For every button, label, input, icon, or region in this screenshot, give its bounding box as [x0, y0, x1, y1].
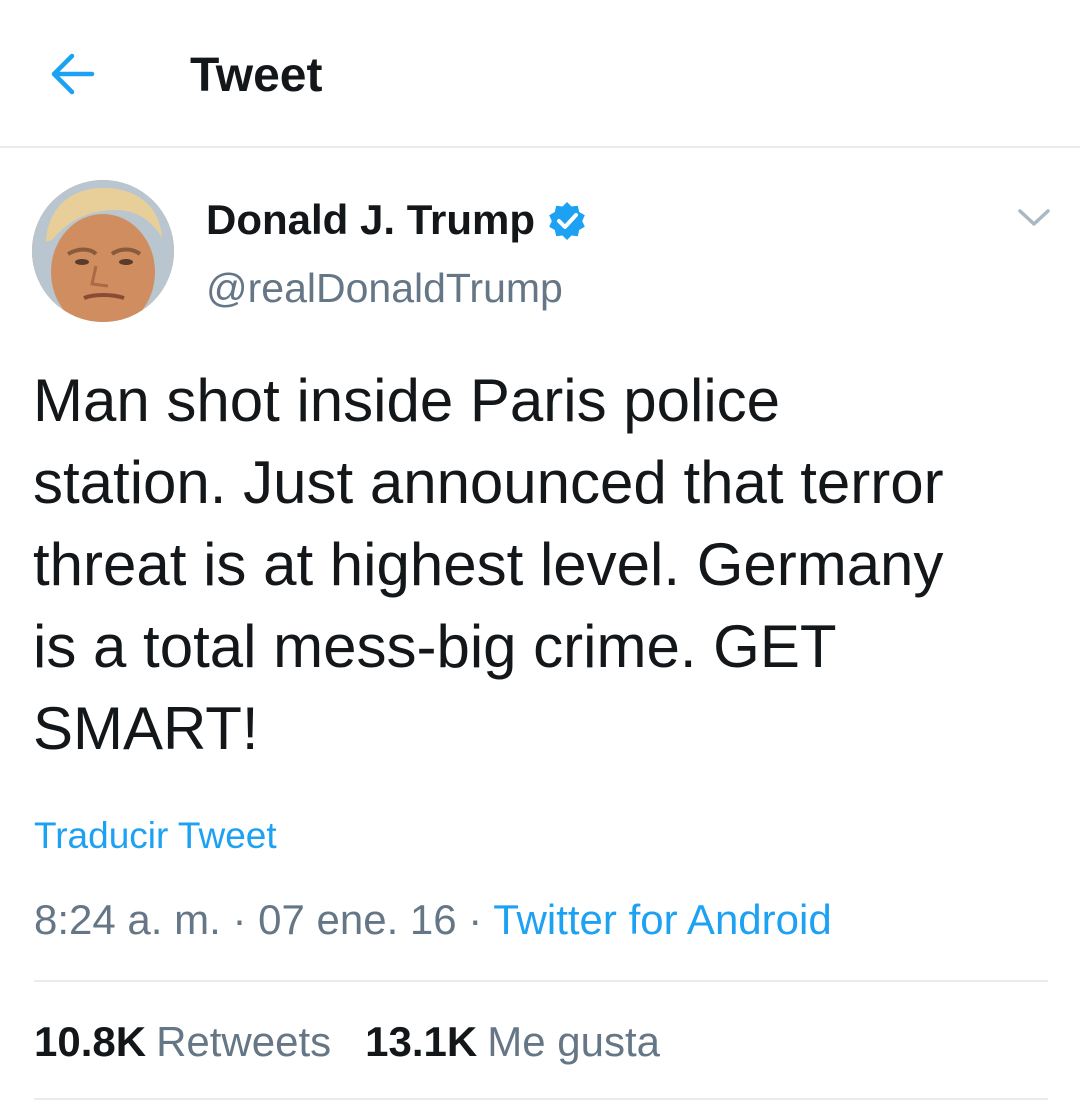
page-title: Tweet — [190, 49, 323, 102]
verified-badge-icon — [547, 200, 587, 240]
tweet-text-line: is a total mess-big crime. GET — [33, 613, 837, 680]
tweet-meta: 8:24 a. m. · 07 ene. 16 · Twitter for An… — [34, 892, 832, 948]
back-button[interactable] — [44, 50, 100, 102]
retweets-label: Retweets — [156, 1018, 332, 1065]
tweet-text-line: threat is at highest level. Germany — [33, 531, 944, 598]
divider — [34, 980, 1048, 982]
tweet-source-link[interactable]: Twitter for Android — [493, 896, 831, 943]
tweet-date: 07 ene. 16 — [258, 896, 457, 943]
tweet-text: Man shot inside Paris police station. Ju… — [33, 360, 1058, 770]
tweet-text-line: Man shot inside Paris police — [33, 367, 781, 434]
meta-separator: · — [232, 896, 247, 943]
likes-label: Me gusta — [487, 1018, 660, 1065]
chevron-down-icon — [1016, 207, 1052, 234]
likes-count: 13.1K — [365, 1018, 478, 1065]
author-name[interactable]: Donald J. Trump — [206, 194, 535, 246]
tweet-time: 8:24 a. m. — [34, 896, 221, 943]
tweet-menu-button[interactable] — [1010, 200, 1058, 240]
tweet-stats: 10.8K Retweets 13.1K Me gusta — [34, 1014, 694, 1070]
divider — [34, 1098, 1048, 1100]
top-app-bar: Tweet — [0, 0, 1080, 148]
arrow-left-icon — [48, 52, 96, 101]
retweets-count: 10.8K — [34, 1018, 147, 1065]
author-handle[interactable]: @realDonaldTrump — [206, 262, 563, 314]
avatar[interactable] — [32, 180, 174, 322]
author-name-row: Donald J. Trump — [206, 194, 587, 246]
retweets-stat[interactable]: 10.8K Retweets — [34, 1014, 331, 1070]
meta-separator: · — [468, 896, 483, 943]
avatar-photo — [32, 180, 174, 322]
tweet-text-line: SMART! — [33, 695, 259, 762]
likes-stat[interactable]: 13.1K Me gusta — [365, 1014, 660, 1070]
translate-tweet-link[interactable]: Traducir Tweet — [34, 812, 277, 860]
tweet-text-line: station. Just announced that terror — [33, 449, 944, 516]
